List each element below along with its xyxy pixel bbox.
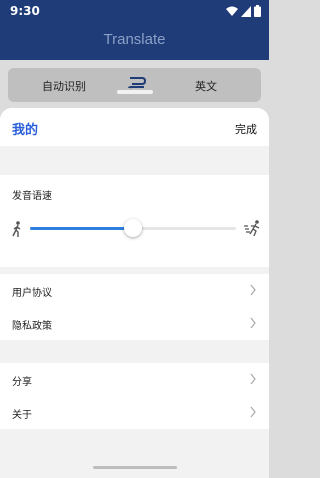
source-language-button[interactable]: 自动识别 (42, 78, 86, 94)
speech-speed-slider[interactable] (30, 219, 236, 237)
language-bar: 自动识别 英文 (8, 68, 261, 102)
status-bar: 9:30 (0, 0, 269, 24)
list-item-label: 用户协议 (12, 288, 52, 299)
app-title: Translate (103, 31, 166, 48)
status-time: 9:30 (10, 4, 40, 18)
speech-speed-card: 发音语速 (0, 175, 269, 267)
list-item-privacy-policy[interactable]: 隐私政策 (0, 307, 269, 340)
gesture-nav-bar[interactable] (93, 466, 177, 469)
sheet-title: 我的 (12, 123, 39, 138)
sheet-header: 我的 完成 (0, 108, 269, 146)
chevron-right-icon (250, 406, 256, 418)
chevron-right-icon (250, 373, 256, 385)
misc-group: 分享 关于 (0, 363, 269, 429)
slider-fill (30, 227, 133, 230)
chevron-right-icon (250, 317, 256, 329)
app-bar: Translate (0, 24, 269, 60)
list-item-share[interactable]: 分享 (0, 363, 269, 396)
list-item-label: 隐私政策 (12, 321, 52, 332)
target-language-button[interactable]: 英文 (195, 78, 217, 94)
signal-icon (241, 5, 251, 17)
list-item-about[interactable]: 关于 (0, 396, 269, 429)
walk-icon (12, 221, 21, 237)
sheet-drag-handle[interactable] (117, 90, 153, 94)
chevron-right-icon (250, 284, 256, 296)
slider-thumb[interactable] (124, 219, 142, 237)
list-item-label: 关于 (12, 410, 32, 421)
speech-speed-label: 发音语速 (12, 191, 52, 202)
status-icons (226, 5, 261, 17)
run-icon (244, 220, 260, 236)
battery-icon (254, 5, 261, 17)
list-item-user-agreement[interactable]: 用户协议 (0, 274, 269, 307)
list-item-label: 分享 (12, 377, 32, 388)
my-sheet: 我的 完成 发音语速 用户协议 隐私政策 分享 关于 (0, 108, 269, 478)
wifi-icon (226, 6, 238, 16)
done-button[interactable]: 完成 (235, 121, 257, 137)
legal-group: 用户协议 隐私政策 (0, 274, 269, 340)
